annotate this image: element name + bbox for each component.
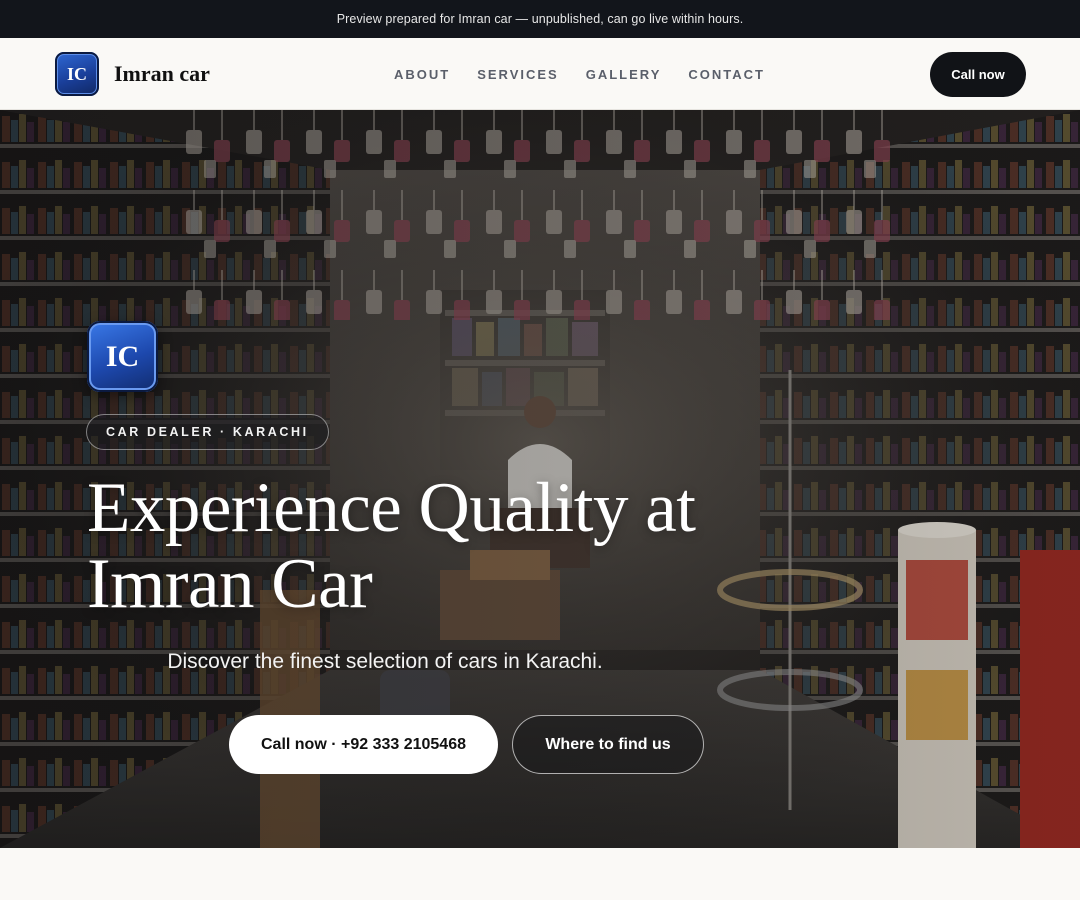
hero-subhead: Discover the finest selection of cars in… [167, 650, 603, 673]
hero-section: IC CAR DEALER · KARACHI Experience Quali… [0, 110, 1080, 848]
hero-headline-line2: Imran Car [87, 545, 373, 623]
preview-banner: Preview prepared for Imran car — unpubli… [0, 0, 1080, 38]
hero-location-button[interactable]: Where to find us [512, 715, 704, 774]
brand-logo-initials: IC [66, 63, 87, 84]
preview-banner-text: Preview prepared for Imran car — unpubli… [336, 12, 744, 26]
hero-call-button[interactable]: Call now · +92 333 2105468 [229, 715, 498, 774]
nav-about[interactable]: ABOUT [394, 67, 450, 82]
brand-logo-icon: IC [55, 52, 99, 96]
brand[interactable]: IC Imran car [55, 52, 210, 96]
hero-headline: Experience Quality at Imran Car [87, 470, 787, 622]
nav-gallery[interactable]: GALLERY [586, 67, 662, 82]
nav-services[interactable]: SERVICES [477, 67, 559, 82]
site-header: IC Imran car ABOUT SERVICES GALLERY CONT… [0, 38, 1080, 110]
hero-logo-initials: IC [105, 339, 140, 373]
brand-name: Imran car [114, 61, 210, 86]
nav-contact[interactable]: CONTACT [688, 67, 765, 82]
header-call-button[interactable]: Call now [930, 52, 1026, 97]
main-nav: ABOUT SERVICES GALLERY CONTACT [394, 38, 765, 110]
hero-category-badge: CAR DEALER · KARACHI [86, 414, 329, 450]
hero-category-text: CAR DEALER · KARACHI [106, 425, 309, 439]
next-section [0, 848, 1080, 900]
hero-logo-icon: IC [87, 321, 158, 392]
hero-headline-line1: Experience Quality at [87, 469, 696, 547]
